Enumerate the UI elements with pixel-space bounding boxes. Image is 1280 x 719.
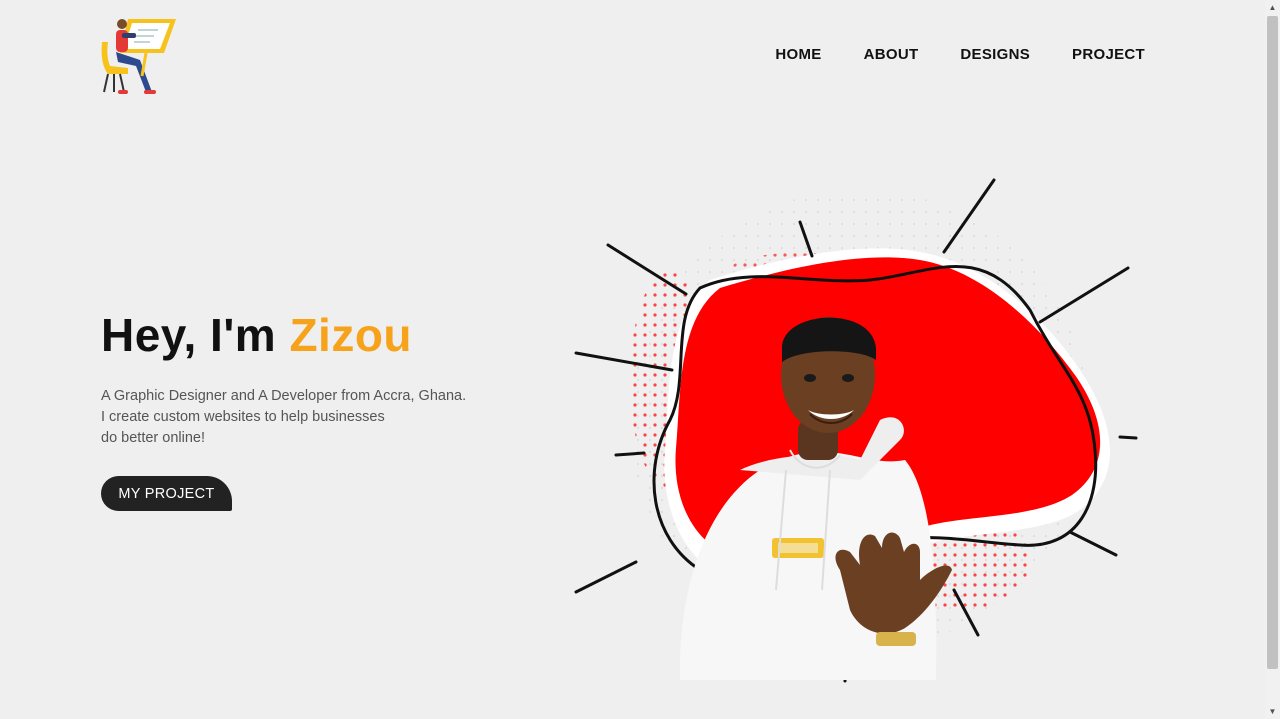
- hero-description-line: I create custom websites to help busines…: [101, 409, 385, 425]
- main-nav: HOME ABOUT DESIGNS PROJECT: [775, 46, 1145, 63]
- my-project-button[interactable]: MY PROJECT: [101, 476, 232, 511]
- nav-item-project[interactable]: PROJECT: [1072, 46, 1145, 63]
- portrait-image: [574, 178, 1138, 683]
- scroll-down-arrow-icon[interactable]: ▼: [1265, 704, 1280, 719]
- scrollbar-thumb[interactable]: [1267, 16, 1278, 669]
- scroll-up-arrow-icon[interactable]: ▲: [1265, 0, 1280, 15]
- vertical-scrollbar[interactable]: ▲ ▼: [1265, 0, 1280, 719]
- designer-at-drafting-table-icon: [101, 19, 176, 94]
- hero-greeting: Hey, I'm: [101, 309, 277, 361]
- nav-item-about[interactable]: ABOUT: [864, 46, 919, 63]
- hero-name: Zizou: [289, 309, 413, 361]
- hero-illustration: [560, 170, 1160, 690]
- hero-heading: Hey, I'm Zizou: [101, 308, 412, 362]
- hero-description-line: A Graphic Designer and A Developer from …: [101, 388, 467, 404]
- hero-description-line: do better online!: [101, 430, 205, 446]
- site-logo[interactable]: [100, 16, 178, 96]
- nav-item-designs[interactable]: DESIGNS: [960, 46, 1030, 63]
- nav-item-home[interactable]: HOME: [775, 46, 821, 63]
- hero-description: A Graphic Designer and A Developer from …: [101, 386, 501, 449]
